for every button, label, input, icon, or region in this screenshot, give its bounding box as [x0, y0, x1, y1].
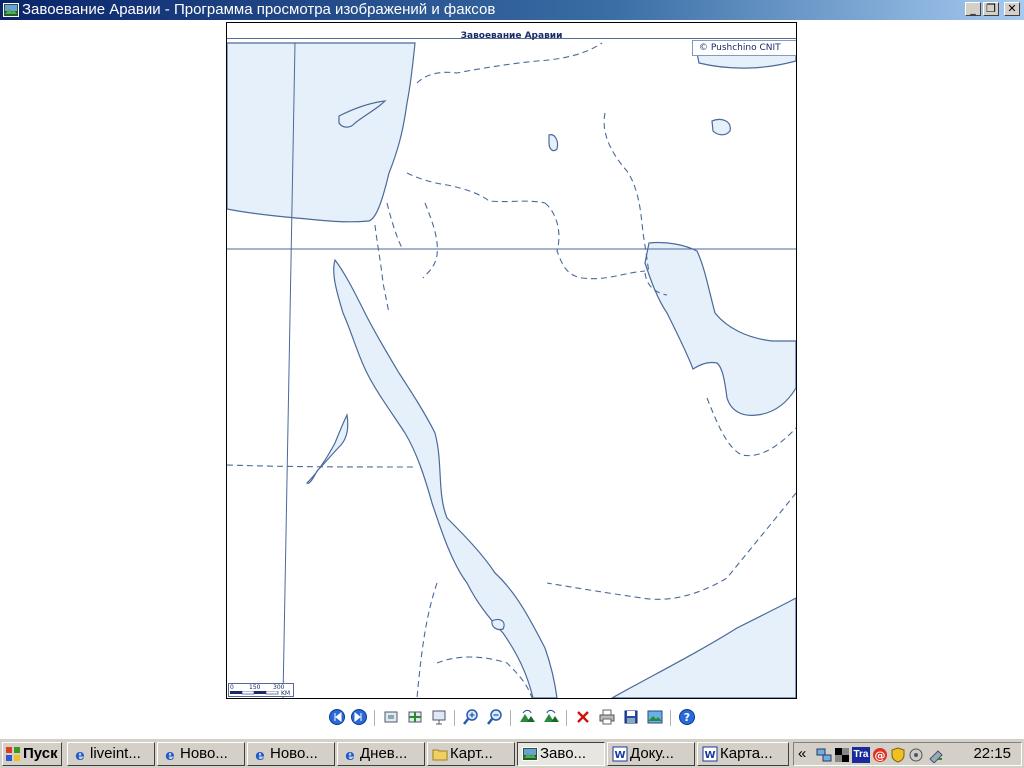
arabian-sea	[610, 597, 796, 698]
lake-nasser	[306, 413, 349, 484]
scale-label-mid: 150	[249, 684, 261, 691]
zoom-out-button[interactable]	[486, 708, 504, 726]
taskbar-item-label: liveint...	[90, 745, 141, 762]
word-icon: W	[612, 746, 628, 762]
ie-icon: e	[75, 746, 85, 762]
viewer-toolbar: ?	[324, 708, 704, 728]
taskbar-item-liveinternet[interactable]: e liveint...	[67, 742, 155, 766]
taskbar-item-new-2[interactable]: e Ново...	[247, 742, 335, 766]
actual-size-button[interactable]	[406, 708, 424, 726]
mail-agent-icon[interactable]: @	[872, 747, 888, 763]
dead-sea	[548, 134, 559, 152]
ie-icon: e	[345, 746, 355, 762]
taskbar-item-document[interactable]: W Доку...	[607, 742, 695, 766]
taskbar-item-label: Карта...	[720, 745, 773, 762]
taskbar-item-maps-folder[interactable]: Карт...	[427, 742, 515, 766]
zoom-in-button[interactable]	[462, 708, 480, 726]
windows-logo-icon	[6, 747, 20, 761]
volume-icon[interactable]	[908, 747, 924, 763]
previous-image-button[interactable]	[328, 708, 346, 726]
svg-text:W: W	[704, 750, 715, 761]
svg-text:?: ?	[684, 711, 690, 724]
image-viewer-icon	[3, 3, 19, 17]
start-label: Пуск	[23, 745, 58, 762]
taskbar-item-label: Днев...	[360, 745, 408, 762]
map-image: Завоевание Аравии © Pushchino CNIT 0 150…	[226, 22, 797, 699]
svg-text:e: e	[75, 746, 85, 762]
toolbar-separator	[510, 710, 511, 726]
folder-icon	[432, 749, 448, 761]
help-button[interactable]: ?	[678, 708, 696, 726]
map-title: Завоевание Аравии	[460, 31, 563, 41]
slideshow-button[interactable]	[430, 708, 448, 726]
small-lake	[711, 118, 731, 136]
window-title-bar[interactable]: Завоевание Аравии - Программа просмотра …	[0, 0, 1024, 20]
restore-button[interactable]: ❐	[983, 2, 999, 16]
taskbar-item-label: Ново...	[270, 745, 318, 762]
rotate-counterclockwise-button[interactable]	[542, 708, 560, 726]
svg-text:e: e	[165, 746, 175, 762]
map-title-strip: Завоевание Аравии	[227, 23, 796, 41]
close-button[interactable]: ✕	[1004, 2, 1020, 16]
window-title: Завоевание Аравии - Программа просмотра …	[22, 1, 496, 18]
mediterranean-sea	[227, 42, 416, 223]
ie-icon: e	[255, 746, 265, 762]
taskbar-item-map-doc[interactable]: W Карта...	[697, 742, 789, 766]
svg-text:@: @	[875, 749, 886, 762]
toolbar-separator	[374, 710, 375, 726]
open-for-editing-button[interactable]	[646, 708, 664, 726]
rotate-clockwise-button[interactable]	[518, 708, 536, 726]
delete-button[interactable]	[574, 708, 592, 726]
word-icon: W	[702, 746, 718, 762]
minimize-button[interactable]: _	[965, 2, 981, 16]
svg-text:W: W	[614, 750, 625, 761]
taskbar-item-label: Карт...	[450, 745, 493, 762]
network-icon[interactable]	[816, 747, 832, 763]
scale-label-zero: 0	[230, 684, 234, 691]
taskbar-item-image-viewer[interactable]: Заво...	[517, 742, 605, 766]
svg-text:e: e	[255, 746, 265, 762]
map-canvas	[227, 42, 796, 698]
taskbar-item-label: Ново...	[180, 745, 228, 762]
best-fit-button[interactable]	[382, 708, 400, 726]
security-shield-icon[interactable]	[890, 747, 906, 763]
toolbar-separator	[670, 710, 671, 726]
clock[interactable]: 22:15	[973, 743, 1011, 765]
checkered-app-icon[interactable]	[834, 747, 850, 763]
taskbar-item-diary[interactable]: e Днев...	[337, 742, 425, 766]
map-copyright: © Pushchino CNIT	[692, 40, 796, 56]
usb-device-icon[interactable]	[928, 747, 944, 763]
toolbar-separator	[454, 710, 455, 726]
print-button[interactable]	[598, 708, 616, 726]
scale-label-unit: KM	[281, 690, 291, 697]
red-sea-island	[491, 618, 505, 631]
next-image-button[interactable]	[350, 708, 368, 726]
start-button[interactable]: Пуск	[2, 742, 62, 766]
map-scale-bar: 0 150 300 KM	[228, 683, 294, 697]
taskbar-item-label: Заво...	[540, 745, 587, 762]
ie-icon: e	[165, 746, 175, 762]
translator-tray-icon[interactable]: Tra	[852, 747, 870, 763]
save-button[interactable]	[622, 708, 640, 726]
taskbar-item-new-1[interactable]: e Ново...	[157, 742, 245, 766]
toolbar-separator	[566, 710, 567, 726]
system-tray: « Tra @ 22:15	[793, 742, 1022, 766]
taskbar: Пуск e liveint... e Ново... e Ново... e …	[0, 738, 1024, 768]
svg-text:e: e	[345, 746, 355, 762]
persian-gulf	[644, 241, 796, 416]
tray-expand-chevron[interactable]: «	[798, 743, 806, 765]
scale-ruler	[230, 691, 279, 695]
taskbar-item-label: Доку...	[630, 745, 674, 762]
red-sea	[333, 258, 558, 698]
image-viewer-icon	[522, 747, 538, 761]
